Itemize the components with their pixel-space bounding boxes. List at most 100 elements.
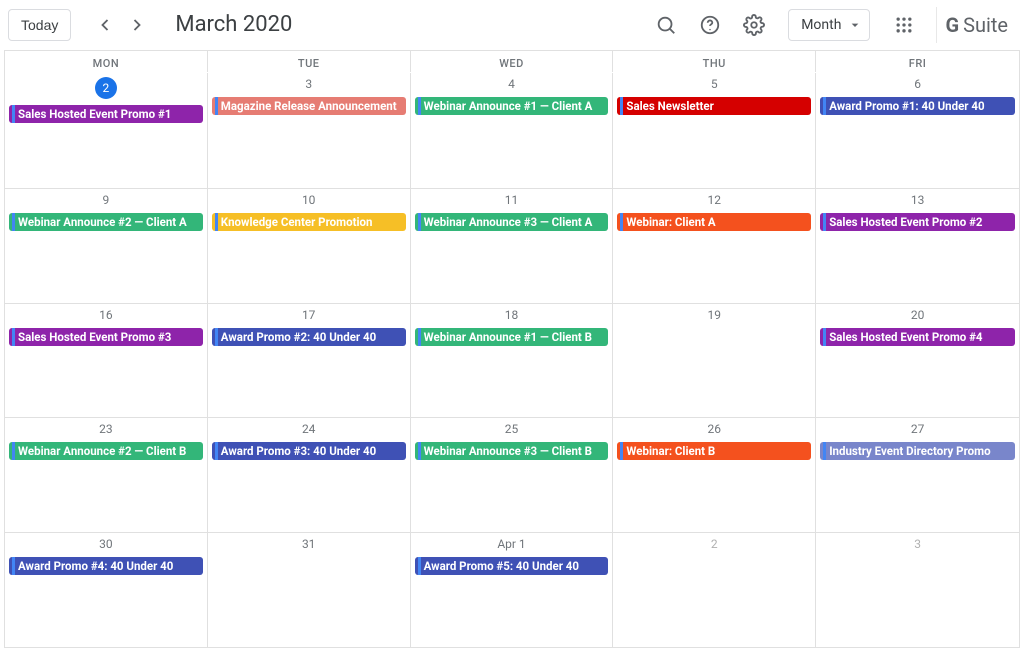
day-number[interactable]: 12 xyxy=(615,191,813,213)
day-cell[interactable]: 5Sales Newsletter xyxy=(613,73,816,188)
view-selector[interactable]: Month xyxy=(788,9,870,41)
day-number[interactable]: 31 xyxy=(210,535,408,557)
calendar-event[interactable]: Award Promo #5: 40 Under 40 xyxy=(415,557,609,575)
day-number[interactable]: 17 xyxy=(210,306,408,328)
day-number[interactable]: 3 xyxy=(210,75,408,97)
next-month-button[interactable] xyxy=(121,9,153,41)
day-cell[interactable]: 3 xyxy=(816,533,1019,647)
day-number[interactable]: 9 xyxy=(7,191,205,213)
day-cell[interactable]: 4Webinar Announce #1 — Client A xyxy=(411,73,614,188)
calendar-event[interactable]: Award Promo #1: 40 Under 40 xyxy=(820,97,1015,115)
calendar-event[interactable]: Sales Newsletter xyxy=(617,97,811,115)
day-number[interactable]: 27 xyxy=(818,420,1017,442)
prev-month-button[interactable] xyxy=(89,9,121,41)
day-cell[interactable]: 25Webinar Announce #3 — Client B xyxy=(411,418,614,532)
day-number[interactable]: 10 xyxy=(210,191,408,213)
day-cell[interactable]: 11Webinar Announce #3 — Client A xyxy=(411,189,614,303)
day-cell[interactable]: 18Webinar Announce #1 — Client B xyxy=(411,304,614,418)
day-cell[interactable]: 27Industry Event Directory Promo xyxy=(816,418,1019,532)
calendar-event[interactable]: Magazine Release Announcement xyxy=(212,97,406,115)
event-title: Magazine Release Announcement xyxy=(221,99,397,113)
today-button[interactable]: Today xyxy=(8,9,71,41)
week-row: 23Webinar Announce #2 — Client B24Award … xyxy=(5,417,1019,532)
day-number[interactable]: 2 xyxy=(615,535,813,557)
event-accent-stripe xyxy=(823,328,826,346)
event-title: Sales Hosted Event Promo #1 xyxy=(18,107,171,121)
calendar-event[interactable]: Webinar: Client A xyxy=(617,213,811,231)
calendar-event[interactable]: Webinar Announce #2 — Client B xyxy=(9,442,203,460)
day-cell[interactable]: 3 Magazine Release Announcement xyxy=(208,73,411,188)
calendar-event[interactable]: Industry Event Directory Promo xyxy=(820,442,1015,460)
day-number[interactable]: 5 xyxy=(615,75,813,97)
event-accent-stripe xyxy=(620,213,623,231)
nav-arrows xyxy=(89,9,153,41)
help-button[interactable] xyxy=(690,5,730,45)
help-icon xyxy=(699,14,721,36)
calendar-event[interactable]: Sales Hosted Event Promo #4 xyxy=(820,328,1015,346)
calendar-event[interactable]: Sales Hosted Event Promo #3 xyxy=(9,328,203,346)
event-title: Award Promo #3: 40 Under 40 xyxy=(221,444,376,458)
day-cell[interactable]: 19 xyxy=(613,304,816,418)
day-number[interactable]: 18 xyxy=(413,306,611,328)
view-selector-label: Month xyxy=(801,17,841,33)
search-icon xyxy=(655,14,677,36)
search-button[interactable] xyxy=(646,5,686,45)
calendar-event[interactable]: Award Promo #4: 40 Under 40 xyxy=(9,557,203,575)
day-number[interactable]: 26 xyxy=(615,420,813,442)
day-cell[interactable]: 30 Award Promo #4: 40 Under 40 xyxy=(5,533,208,647)
day-cell[interactable]: Apr 1Award Promo #5: 40 Under 40 xyxy=(411,533,614,647)
day-cell[interactable]: 12 Webinar: Client A xyxy=(613,189,816,303)
calendar-event[interactable]: Webinar Announce #1 — Client B xyxy=(415,328,609,346)
calendar-event[interactable]: Sales Hosted Event Promo #2 xyxy=(820,213,1015,231)
event-accent-stripe xyxy=(12,557,15,575)
calendar-event[interactable]: Webinar Announce #2 — Client A xyxy=(9,213,203,231)
day-number[interactable]: 24 xyxy=(210,420,408,442)
day-number[interactable]: 11 xyxy=(413,191,611,213)
day-number[interactable]: 13 xyxy=(818,191,1017,213)
apps-button[interactable] xyxy=(884,5,924,45)
day-number[interactable]: 19 xyxy=(615,306,813,328)
day-cell[interactable]: 26Webinar: Client B xyxy=(613,418,816,532)
day-number[interactable]: 4 xyxy=(413,75,611,97)
calendar-event[interactable]: Award Promo #3: 40 Under 40 xyxy=(212,442,406,460)
event-title: Sales Hosted Event Promo #3 xyxy=(18,330,171,344)
month-title: March 2020 xyxy=(175,12,292,37)
day-cell[interactable]: 6Award Promo #1: 40 Under 40 xyxy=(816,73,1019,188)
day-number[interactable]: 16 xyxy=(7,306,205,328)
chevron-right-icon xyxy=(127,15,147,35)
day-cell[interactable]: 24 Award Promo #3: 40 Under 40 xyxy=(208,418,411,532)
day-number[interactable]: Apr 1 xyxy=(413,535,611,557)
gear-icon xyxy=(743,14,765,36)
day-number[interactable]: 3 xyxy=(818,535,1017,557)
calendar-event[interactable]: Webinar Announce #3 — Client B xyxy=(415,442,609,460)
day-number[interactable]: 25 xyxy=(413,420,611,442)
day-number[interactable]: 30 xyxy=(7,535,205,557)
day-number[interactable]: 23 xyxy=(7,420,205,442)
day-number[interactable]: 20 xyxy=(818,306,1017,328)
calendar-event[interactable]: Knowledge Center Promotion xyxy=(212,213,406,231)
day-cell[interactable]: 2 xyxy=(613,533,816,647)
event-title: Webinar: Client A xyxy=(626,215,715,229)
calendar-event[interactable]: Sales Hosted Event Promo #1 xyxy=(9,105,203,123)
week-row: 9Webinar Announce #2 — Client A10Knowled… xyxy=(5,188,1019,303)
day-cell[interactable]: 16 Sales Hosted Event Promo #3 xyxy=(5,304,208,418)
event-accent-stripe xyxy=(823,213,826,231)
day-cell[interactable]: 17Award Promo #2: 40 Under 40 xyxy=(208,304,411,418)
event-title: Sales Hosted Event Promo #4 xyxy=(829,330,982,344)
day-cell[interactable]: 13Sales Hosted Event Promo #2 xyxy=(816,189,1019,303)
event-title: Award Promo #4: 40 Under 40 xyxy=(18,559,173,573)
day-cell[interactable]: 23Webinar Announce #2 — Client B xyxy=(5,418,208,532)
day-cell[interactable]: 31 xyxy=(208,533,411,647)
calendar-event[interactable]: Webinar: Client B xyxy=(617,442,811,460)
day-number[interactable]: 6 xyxy=(818,75,1017,97)
calendar-event[interactable]: Webinar Announce #1 — Client A xyxy=(415,97,609,115)
day-cell[interactable]: 10Knowledge Center Promotion xyxy=(208,189,411,303)
gsuite-g: G xyxy=(945,13,959,37)
calendar-event[interactable]: Award Promo #2: 40 Under 40 xyxy=(212,328,406,346)
day-cell[interactable]: 20 Sales Hosted Event Promo #4 xyxy=(816,304,1019,418)
day-cell[interactable]: 9Webinar Announce #2 — Client A xyxy=(5,189,208,303)
settings-button[interactable] xyxy=(734,5,774,45)
day-cell[interactable]: 2 Sales Hosted Event Promo #1 xyxy=(5,73,208,188)
day-number[interactable]: 2 xyxy=(7,75,205,105)
calendar-event[interactable]: Webinar Announce #3 — Client A xyxy=(415,213,609,231)
